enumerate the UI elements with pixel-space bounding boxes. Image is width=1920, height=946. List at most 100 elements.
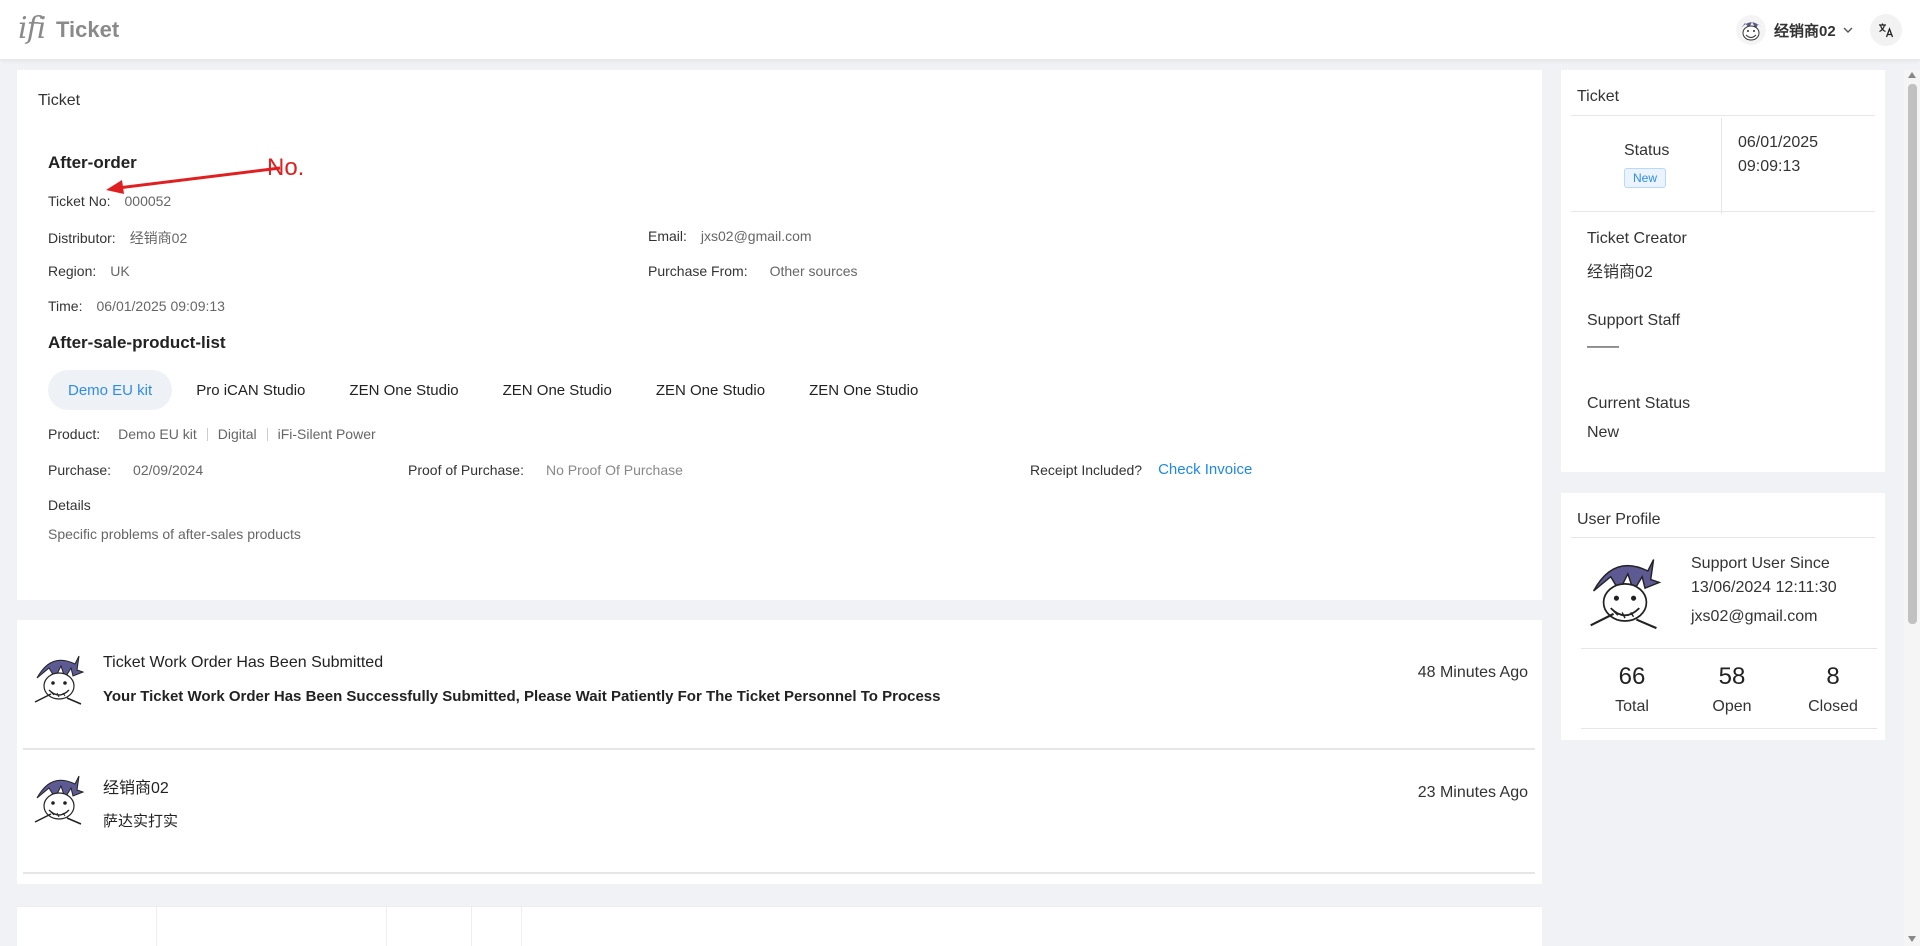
purchase-date: 02/09/2024 [133, 462, 204, 478]
avatar [31, 650, 87, 706]
product-value: Demo EU kit [118, 426, 197, 442]
email-row: Email: jxs02@gmail.com [648, 228, 812, 244]
translate-icon [1879, 23, 1894, 38]
status-time: 09:09:13 [1738, 158, 1801, 175]
distributor-row: Distributor: 经销商02 [48, 230, 188, 246]
divider [1571, 211, 1875, 212]
receipt-label: Receipt Included? [1030, 461, 1143, 478]
product-tab[interactable]: ZEN One Studio [329, 370, 478, 410]
stub-tab[interactable] [157, 907, 387, 946]
brand-logo[interactable]: ifi [18, 13, 46, 45]
scroll-thumb[interactable] [1908, 84, 1917, 624]
side-panel-title: Ticket [1577, 88, 1620, 105]
purchase-from-row: Purchase From: Other sources [648, 263, 858, 279]
product-row: Product: Demo EU kit Digital iFi-Silent … [48, 426, 376, 442]
proof-value: No Proof Of Purchase [545, 462, 683, 478]
ticket-panel: Ticket After-order No. Ticket No: 000052… [17, 70, 1542, 600]
receipt-row: Receipt Included? Check Invoice [1030, 461, 1252, 478]
details-label: Details [48, 497, 91, 513]
ticket-summary-panel: Ticket Status New 06/01/2025 09:09:13 Ti… [1561, 70, 1885, 472]
product-tab[interactable]: ZEN One Studio [483, 370, 632, 410]
product-list-heading: After-sale-product-list [48, 333, 226, 352]
product-tab[interactable]: ZEN One Studio [636, 370, 785, 410]
email-value: jxs02@gmail.com [700, 228, 812, 244]
creator-value: 经销商02 [1587, 264, 1653, 281]
divider [206, 427, 208, 441]
status-date: 06/01/2025 [1738, 134, 1819, 151]
region-label: Region [48, 263, 93, 279]
timeline-time: 48 Minutes Ago [1417, 664, 1528, 681]
purchase-row: Purchase: 02/09/2024 [48, 462, 204, 478]
time-label: Time [48, 298, 79, 314]
product-value: iFi-Silent Power [277, 426, 376, 442]
purchase-label: Purchase [48, 462, 108, 478]
stub-tab[interactable] [472, 907, 522, 946]
stub-tab[interactable] [17, 907, 157, 946]
reply-panel-stub [17, 906, 1542, 946]
annotation-arrow [106, 166, 281, 194]
purchase-from-label: Purchase From [648, 263, 744, 279]
product-value: Digital [217, 426, 257, 442]
divider [1581, 728, 1877, 729]
product-tab[interactable]: Pro iCAN Studio [176, 370, 325, 410]
product-tab[interactable]: Demo EU kit [48, 370, 173, 410]
page-scrollbar[interactable] [1904, 70, 1920, 946]
current-status-value: New [1587, 424, 1620, 441]
timeline-body: 萨达实打实 [103, 813, 179, 830]
proof-row: Proof of Purchase: No Proof Of Purchase [408, 462, 683, 478]
profile-title: User Profile [1577, 511, 1661, 528]
region-value: UK [110, 263, 130, 279]
distributor-value: 经销商02 [129, 230, 188, 246]
purchase-from-value: Other sources [769, 263, 858, 279]
stat-closed-value: 8 [1826, 663, 1840, 690]
chevron-down-icon [1843, 27, 1853, 33]
ticket-no-value: 000052 [124, 193, 172, 209]
ticket-no-row: Ticket No: 000052 [48, 193, 172, 209]
stub-tab[interactable] [387, 907, 472, 946]
proof-label: Proof of Purchase [408, 462, 521, 478]
creator-label: Ticket Creator [1587, 230, 1687, 247]
panel-title: Ticket [38, 92, 81, 109]
divider [1571, 537, 1875, 538]
avatar [31, 770, 87, 826]
translate-button[interactable] [1870, 14, 1902, 46]
divider [1581, 648, 1877, 649]
status-label: Status [1624, 142, 1670, 159]
product-tab[interactable]: ZEN One Studio [789, 370, 938, 410]
app-title: Ticket [56, 17, 120, 42]
product-tabs: Demo EU kit Pro iCAN Studio ZEN One Stud… [48, 370, 942, 410]
divider [1721, 118, 1722, 214]
timeline-title: Ticket Work Order Has Been Submitted [103, 654, 384, 671]
support-since-value: 13/06/2024 12:11:30 [1691, 579, 1837, 596]
stat-open-label: Open [1712, 698, 1752, 715]
region-row: Region: UK [48, 263, 130, 279]
ticket-no-label: Ticket No [48, 193, 107, 209]
divider [1571, 115, 1875, 116]
product-label: Product [48, 426, 97, 442]
check-invoice-link[interactable]: Check Invoice [1158, 461, 1252, 478]
ticket-timeline: Ticket Work Order Has Been Submitted You… [17, 620, 1542, 884]
stat-total-label: Total [1615, 698, 1649, 715]
time-value: 06/01/2025 09:09:13 [96, 298, 225, 314]
profile-email: jxs02@gmail.com [1691, 608, 1818, 625]
support-since-label: Support User Since [1691, 555, 1830, 572]
support-staff-value: —— [1587, 338, 1619, 355]
timeline-body: Your Ticket Work Order Has Been Successf… [103, 688, 941, 705]
user-name: 经销商02 [1774, 22, 1836, 40]
distributor-label: Distributor [48, 230, 112, 246]
details-text: Specific problems of after-sales product… [48, 526, 301, 542]
time-row: Time: 06/01/2025 09:09:13 [48, 298, 225, 314]
avatar [1585, 551, 1665, 631]
timeline-time: 23 Minutes Ago [1417, 784, 1528, 801]
timeline-title: 经销商02 [103, 780, 169, 797]
top-bar: ifi Ticket 经销商02 [0, 0, 1920, 60]
divider [23, 748, 1535, 750]
user-profile-panel: User Profile Support User Since 13/06/20… [1561, 493, 1885, 740]
stat-closed-label: Closed [1808, 698, 1858, 715]
support-staff-label: Support Staff [1587, 312, 1681, 329]
scroll-up-icon[interactable] [1908, 72, 1916, 78]
email-label: Email [648, 228, 684, 244]
divider [23, 872, 1535, 874]
scroll-down-icon[interactable] [1908, 936, 1916, 942]
user-menu[interactable]: 经销商02 [1736, 14, 1854, 46]
